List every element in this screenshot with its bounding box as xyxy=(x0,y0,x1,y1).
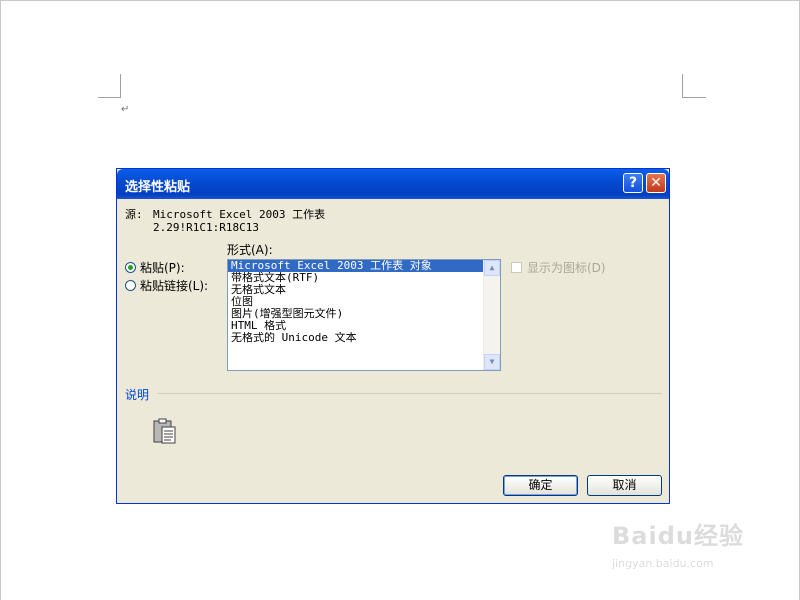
source-value: Microsoft Excel 2003 工作表 xyxy=(153,208,326,221)
paste-special-dialog: 选择性粘贴 ? ✕ 源: Microsoft Excel 2003 工作表 2.… xyxy=(116,168,670,504)
format-item[interactable]: 无格式文本 xyxy=(228,284,484,296)
margin-corner-top-right-h xyxy=(682,97,706,98)
paste-radio-label: 粘贴(P): xyxy=(140,261,185,275)
cancel-button[interactable]: 取消 xyxy=(587,475,662,496)
display-as-icon-label: 显示为图标(D) xyxy=(527,261,606,275)
format-label: 形式(A): xyxy=(227,243,273,257)
format-item[interactable]: HTML 格式 xyxy=(228,320,484,332)
paste-radio-option[interactable]: 粘贴(P): xyxy=(125,259,185,276)
paragraph-mark-icon: ↵ xyxy=(121,104,130,115)
format-item[interactable]: 图片(增强型图元文件) xyxy=(228,308,484,320)
scroll-up-icon[interactable]: ▲ xyxy=(484,260,500,276)
close-button[interactable]: ✕ xyxy=(646,173,666,193)
dialog-titlebar[interactable]: 选择性粘贴 ? ✕ xyxy=(117,169,669,199)
format-listbox[interactable]: Microsoft Excel 2003 工作表 对象 带格式文本(RTF) 无… xyxy=(227,259,501,371)
source-range: 2.29!R1C1:R18C13 xyxy=(153,221,259,234)
paste-link-radio[interactable] xyxy=(125,280,136,291)
paste-radio[interactable] xyxy=(125,262,136,273)
format-item[interactable]: 无格式的 Unicode 文本 xyxy=(228,332,484,344)
margin-corner-top-right xyxy=(682,74,683,98)
page-edge-left xyxy=(0,0,1,600)
display-as-icon-option[interactable]: 显示为图标(D) xyxy=(511,259,606,276)
scroll-down-icon[interactable]: ▼ xyxy=(484,354,500,370)
help-button[interactable]: ? xyxy=(623,173,643,193)
display-as-icon-checkbox[interactable] xyxy=(511,262,522,273)
paste-link-radio-label: 粘贴链接(L): xyxy=(140,279,209,293)
description-title: 说明 xyxy=(125,388,150,402)
dialog-title: 选择性粘贴 xyxy=(125,180,191,195)
format-item[interactable]: Microsoft Excel 2003 工作表 对象 xyxy=(228,260,484,272)
margin-corner-top-left xyxy=(120,74,121,98)
watermark-url: jingyan.baidu.com xyxy=(612,557,714,570)
watermark-logo: Baidu经验 xyxy=(612,522,744,550)
margin-corner-top-left-h xyxy=(98,97,121,98)
baidu-watermark: Baidu经验 jingyan.baidu.com xyxy=(612,516,744,570)
paste-link-radio-option[interactable]: 粘贴链接(L): xyxy=(125,277,208,294)
page-edge-top xyxy=(0,0,800,1)
description-divider xyxy=(157,393,662,394)
clipboard-icon xyxy=(153,418,176,444)
format-item[interactable]: 带格式文本(RTF) xyxy=(228,272,484,284)
format-item[interactable]: 位图 xyxy=(228,296,484,308)
source-label: 源: xyxy=(125,208,143,221)
listbox-scrollbar[interactable]: ▲ ▼ xyxy=(483,260,500,370)
ok-button[interactable]: 确定 xyxy=(503,475,578,496)
